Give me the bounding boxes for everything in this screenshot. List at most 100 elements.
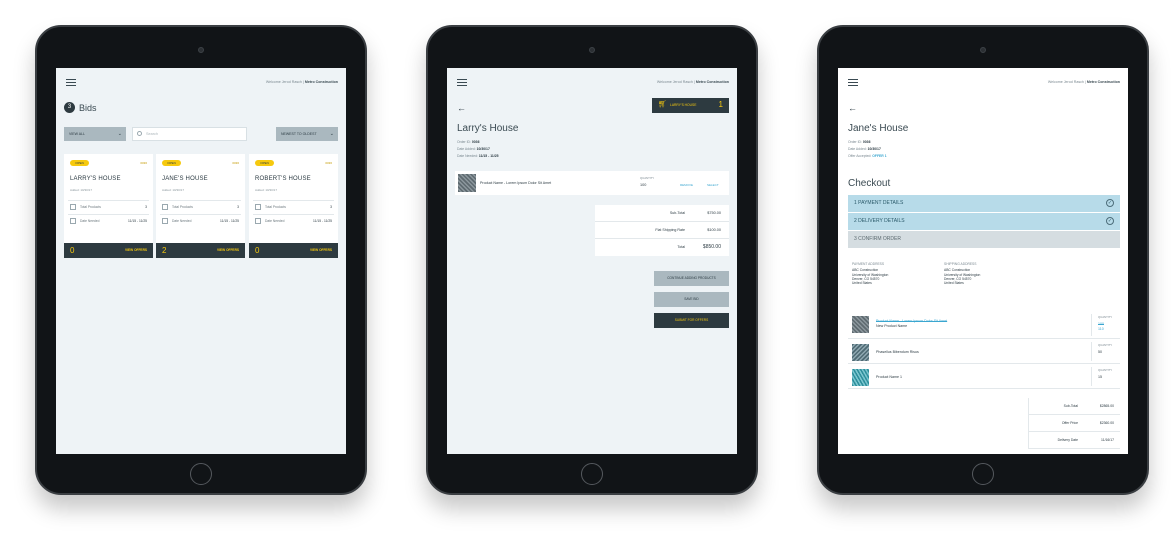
order-id: Order ID: 0036: [848, 140, 870, 144]
company-name: Metro Construction: [1086, 80, 1120, 84]
checkout-item: Product Name - Lorem Ipsum Dolor Sit Ame…: [848, 312, 1120, 339]
view-offers-link[interactable]: VIEW OFFERS: [125, 248, 147, 252]
total-products-value: 3: [237, 205, 239, 209]
page-title: Jane's House: [848, 123, 909, 134]
shipping-address-heading: SHIPPING ADDRESS: [944, 262, 977, 266]
back-arrow-icon[interactable]: ←: [848, 104, 857, 113]
bid-number: 0036: [232, 161, 239, 165]
date-added-label: Date Added:: [457, 147, 476, 151]
bid-card[interactable]: OPEN 0036 JANE'S HOUSE Added: 10/30/17 T…: [156, 154, 245, 258]
cart-button[interactable]: 🛒︎ LARRY'S HOUSE 1: [652, 98, 729, 113]
filter-label: VIEW ALL: [69, 132, 85, 136]
date-needed-label: Date Needed:: [457, 154, 478, 158]
bid-added-date: Added: 10/30/17: [70, 188, 93, 192]
menu-icon[interactable]: [848, 79, 858, 86]
date-added-value: 10/30/17: [476, 147, 490, 151]
sort-dropdown[interactable]: NEWEST TO OLDEST ⌄: [276, 127, 338, 141]
submit-offers-button[interactable]: SUBMIT FOR OFFERS: [654, 313, 729, 328]
check-circle-icon: ✓: [1106, 199, 1114, 207]
top-bar: Welcome Jerod Rasch | Metro Construction: [56, 68, 346, 94]
save-bid-button[interactable]: SAVE BID: [654, 292, 729, 307]
search-icon: [137, 131, 142, 136]
order-id-value: 0036: [862, 140, 871, 144]
offer-price-row: Offer Price $2360.00: [1029, 415, 1120, 432]
order-id-value: 0036: [471, 140, 480, 144]
subtotal-row: Sub-Total $750.00: [595, 205, 729, 222]
order-id: Order ID: 0036: [457, 140, 479, 144]
quantity-label: QUANTITY: [1098, 368, 1113, 372]
box-icon: [70, 204, 76, 210]
step-label: 3 CONFIRM ORDER: [854, 236, 901, 242]
offer-accepted-label: Offer Accepted:: [848, 154, 872, 158]
mockup-stage: Welcome Jerod Rasch | Metro Construction…: [0, 0, 1176, 541]
payment-address-heading: PAYMENT ADDRESS: [852, 262, 885, 266]
search-placeholder: Search: [146, 132, 159, 136]
date-needed-row: Date Needed 11/15 - 11/25: [160, 214, 241, 227]
date-added: Date Added: 10/30/17: [848, 147, 881, 151]
divider: [1091, 314, 1092, 336]
welcome-text: Welcome Jerod Rasch | Metro Construction: [1048, 80, 1120, 84]
step-label: 1 PAYMENT DETAILS: [854, 200, 904, 206]
tablet-2: Welcome Jerod Rasch | Metro Construction…: [426, 25, 758, 495]
product-thumbnail: [852, 369, 869, 386]
date-needed-value: 11/15 - 11/25: [128, 219, 147, 223]
menu-icon[interactable]: [66, 79, 76, 86]
total-value: $850.00: [702, 244, 721, 250]
step-payment-details[interactable]: 1 PAYMENT DETAILS ✓: [848, 195, 1120, 212]
bids-count-badge: 3: [64, 102, 75, 113]
total-products-row: Total Products 3: [253, 200, 334, 213]
select-link[interactable]: SELECT: [707, 183, 719, 187]
filter-dropdown[interactable]: VIEW ALL ⌄: [64, 127, 126, 141]
tablet-1: Welcome Jerod Rasch | Metro Construction…: [35, 25, 367, 495]
view-offers-link[interactable]: VIEW OFFERS: [217, 248, 239, 252]
shipping-row: Flat Shipping Rate $100.00: [595, 222, 729, 239]
quantity-value: 15: [1098, 375, 1102, 379]
date-added: Date Added: 10/30/17: [457, 147, 490, 151]
delivery-date-value: 11/16/17: [1101, 438, 1114, 442]
old-product-name: Product Name - Lorem Ipsum Dolor Sit Ame…: [876, 319, 948, 323]
date-needed-value: 11/15 - 11/25: [313, 219, 332, 223]
step-delivery-details[interactable]: 2 DELIVERY DETAILS ✓: [848, 213, 1120, 230]
total-products-label: Total Products: [80, 205, 101, 209]
total-products-value: 3: [330, 205, 332, 209]
tablet-3: Welcome Jerod Rasch | Metro Construction…: [817, 25, 1149, 495]
chevron-down-icon: ⌄: [329, 131, 334, 137]
quantity-value[interactable]: 100: [640, 183, 646, 187]
divider: [1091, 342, 1092, 361]
back-arrow-icon[interactable]: ←: [457, 104, 466, 113]
bid-added-date: Added: 10/30/17: [255, 188, 278, 192]
view-offers-link[interactable]: VIEW OFFERS: [310, 248, 332, 252]
bid-name: ROBERT'S HOUSE: [255, 176, 311, 182]
offer-accepted-link[interactable]: OFFER 1: [872, 154, 886, 158]
total-products-label: Total Products: [172, 205, 193, 209]
calendar-icon: [255, 218, 261, 224]
shipping-label: Flat Shipping Rate: [655, 228, 685, 232]
subtotal-label: Sub-Total: [669, 211, 685, 215]
bids-screen: Welcome Jerod Rasch | Metro Construction…: [56, 68, 346, 454]
search-input[interactable]: Search: [132, 127, 247, 141]
card-footer: 0 VIEW OFFERS: [64, 243, 153, 258]
bid-card[interactable]: OPEN 0036 LARRY'S HOUSE Added: 10/30/17 …: [64, 154, 153, 258]
card-footer: 2 VIEW OFFERS: [156, 243, 245, 258]
step-confirm-order[interactable]: 3 CONFIRM ORDER: [848, 231, 1120, 248]
date-needed-label: Date Needed: [265, 219, 285, 223]
bids-title: Bids: [79, 102, 97, 113]
product-thumbnail: [852, 344, 869, 361]
product-row: Product Name - Lorem Ipsum Dolor Sit Ame…: [455, 171, 729, 195]
bid-card[interactable]: OPEN 0036 ROBERT'S HOUSE Added: 10/30/17…: [249, 154, 338, 258]
quantity-value: 50: [1098, 350, 1102, 354]
calendar-icon: [70, 218, 76, 224]
date-needed: Date Needed: 11/15 - 11/25: [457, 154, 499, 158]
checkout-totals: Sub-Total $2865.00 Offer Price $2360.00 De…: [1028, 398, 1120, 449]
page-title: Larry's House: [457, 123, 519, 134]
date-needed-label: Date Needed: [80, 219, 100, 223]
delivery-date-label: Delivery Date: [1057, 438, 1078, 442]
product-thumbnail: [458, 174, 476, 192]
offers-count: 0: [70, 246, 75, 255]
remove-link[interactable]: REMOVE: [680, 183, 693, 187]
payment-address: PAYMENT ADDRESS ABC Construction Univers…: [852, 262, 888, 285]
welcome-label: Welcome Jerod Rasch |: [1047, 80, 1086, 84]
offer-price-label: Offer Price: [1061, 421, 1078, 425]
menu-icon[interactable]: [457, 79, 467, 86]
continue-adding-button[interactable]: CONTINUE ADDING PRODUCTS: [654, 271, 729, 286]
